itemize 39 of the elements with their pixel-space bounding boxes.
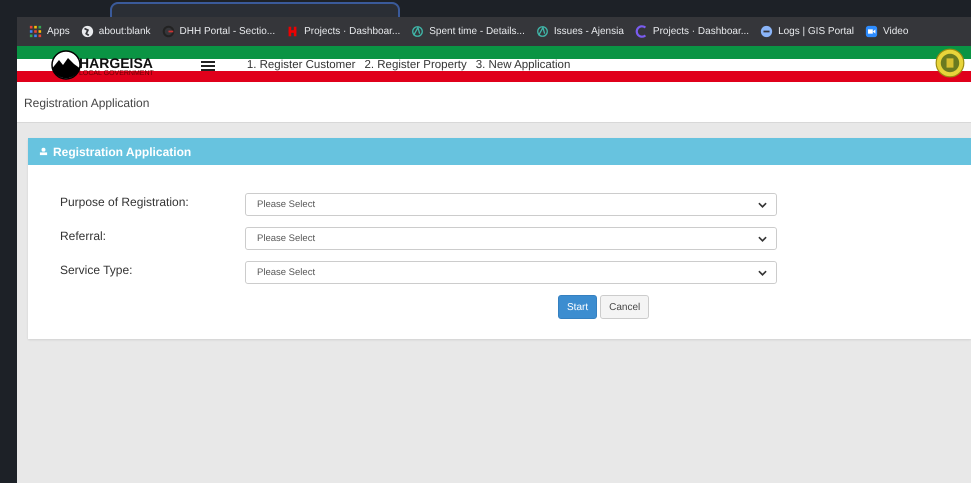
chevron-down-icon: [758, 202, 767, 208]
step-link[interactable]: 1. Register Customer: [246, 58, 356, 70]
step-link[interactable]: 2. Register Property: [364, 58, 467, 70]
person-icon: [39, 147, 48, 156]
chevron-down-icon: [758, 236, 767, 242]
mountain-logo-icon: [51, 50, 81, 80]
emblem-icon: [935, 48, 965, 78]
select-dropdown[interactable]: Please Select: [245, 261, 777, 284]
globe-icon: [80, 25, 94, 38]
swirl-icon: [411, 25, 424, 38]
field-label: Referral:: [60, 229, 108, 243]
letter-h-icon: [286, 25, 300, 38]
bookmark-link[interactable]: Apps: [29, 25, 70, 38]
field-label: Purpose of Registration:: [60, 195, 190, 209]
bookmark-link[interactable]: DHH Portal - Sectio...: [162, 25, 276, 38]
bookmark-link[interactable]: Video: [865, 25, 908, 38]
swirl-icon: [536, 25, 549, 38]
page-title: Registration Application: [24, 96, 150, 110]
menu-icon[interactable]: [200, 60, 215, 70]
letter-g-icon: [162, 25, 175, 38]
cancel-button[interactable]: Cancel: [600, 295, 650, 319]
bookmark-link[interactable]: Spent time - Details...: [411, 25, 525, 38]
circle-icon: [760, 25, 774, 38]
panel-title: Registration Application: [53, 144, 192, 158]
start-button[interactable]: Start: [558, 295, 598, 319]
video-camera-icon: [865, 25, 878, 38]
logo-title: HARGEISA: [79, 57, 153, 70]
select-dropdown[interactable]: Please Select: [245, 193, 777, 216]
bookmark-link[interactable]: Projects · Dashboar...: [286, 25, 400, 38]
apps-grid-icon: [29, 25, 42, 38]
bookmark-link[interactable]: Issues - Ajensia: [536, 25, 624, 38]
bookmark-link[interactable]: about:blank: [80, 25, 151, 38]
field-label: Service Type:: [60, 263, 134, 277]
step-link[interactable]: 3. New Application: [476, 58, 570, 70]
letter-c-icon: [634, 25, 648, 38]
bookmark-link[interactable]: Projects · Dashboar...: [634, 25, 750, 38]
bookmark-link[interactable]: Logs | GIS Portal: [760, 25, 854, 38]
chevron-down-icon: [758, 270, 767, 276]
select-dropdown[interactable]: Please Select: [245, 227, 777, 250]
